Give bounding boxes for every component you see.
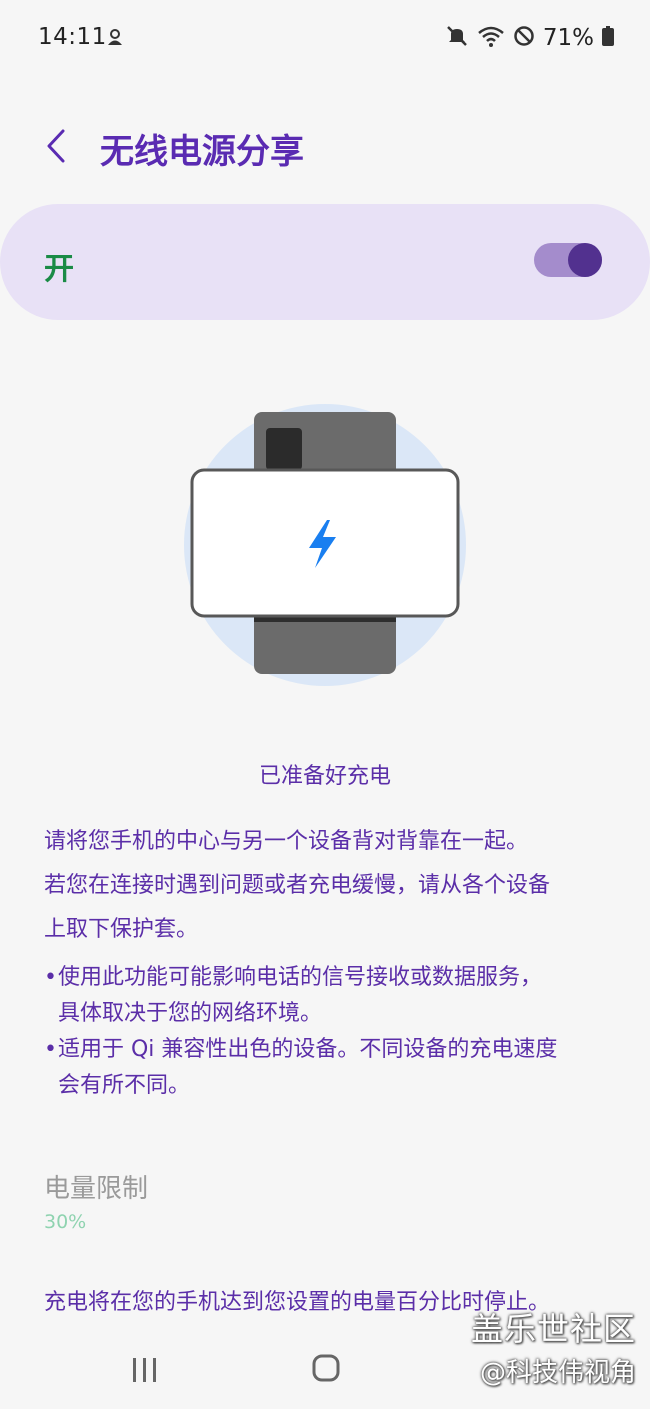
toggle-thumb <box>568 243 602 277</box>
battery-percent: 71% <box>542 25 594 51</box>
status-bar: 14:11 71% <box>0 0 650 78</box>
recent-apps-icon <box>130 1358 160 1388</box>
wireless-share-illustration <box>182 402 468 688</box>
note-item: • 使用此功能可能影响电话的信号接收或数据服务， 具体取决于您的网络环境。 <box>44 960 624 1032</box>
battery-limit-setting[interactable]: 电量限制 30% <box>44 1168 604 1233</box>
do-not-disturb-icon <box>513 25 535 51</box>
home-icon <box>311 1354 341 1387</box>
status-time: 14:11 <box>38 24 107 50</box>
battery-limit-title: 电量限制 <box>44 1174 149 1204</box>
page-title: 无线电源分享 <box>100 132 304 172</box>
bullet: • <box>44 965 57 990</box>
note-line: 使用此功能可能影响电话的信号接收或数据服务， <box>58 965 543 990</box>
notes-list: • 使用此功能可能影响电话的信号接收或数据服务， 具体取决于您的网络环境。 • … <box>44 960 624 1104</box>
chevron-left-icon <box>45 128 67 168</box>
instruction-line: 若您在连接时遇到问题或者充电缓慢，请从各个设备 <box>44 873 551 898</box>
bullet: • <box>44 1037 57 1062</box>
watermark-community: 盖乐世社区 <box>470 1310 636 1348</box>
status-icons: 71% <box>445 24 614 52</box>
wifi-icon <box>477 24 505 52</box>
note-line: 适用于 Qi 兼容性出色的设备。不同设备的充电速度 <box>58 1037 558 1062</box>
master-switch-label: 开 <box>44 252 74 287</box>
notification-app-icon <box>104 26 126 52</box>
instruction-line: 请将您手机的中心与另一个设备背对背靠在一起。 <box>44 829 529 854</box>
instruction-line: 上取下保护套。 <box>44 917 199 942</box>
battery-icon <box>602 26 614 50</box>
watermark-author: @科技伟视角 <box>479 1358 636 1388</box>
ready-status-text: 已准备好充电 <box>258 764 391 789</box>
note-item: • 适用于 Qi 兼容性出色的设备。不同设备的充电速度 会有所不同。 <box>44 1032 624 1104</box>
note-line: 具体取决于您的网络环境。 <box>58 1001 323 1026</box>
header: 无线电源分享 <box>0 112 650 184</box>
mute-icon <box>445 24 469 52</box>
note-line: 会有所不同。 <box>58 1073 191 1098</box>
battery-limit-value: 30% <box>44 1211 87 1233</box>
back-button[interactable] <box>34 126 78 170</box>
home-button[interactable] <box>311 1353 341 1387</box>
instructions-text: 请将您手机的中心与另一个设备背对背靠在一起。 若您在连接时遇到问题或者充电缓慢，… <box>44 820 614 952</box>
recent-apps-button[interactable] <box>130 1356 160 1388</box>
